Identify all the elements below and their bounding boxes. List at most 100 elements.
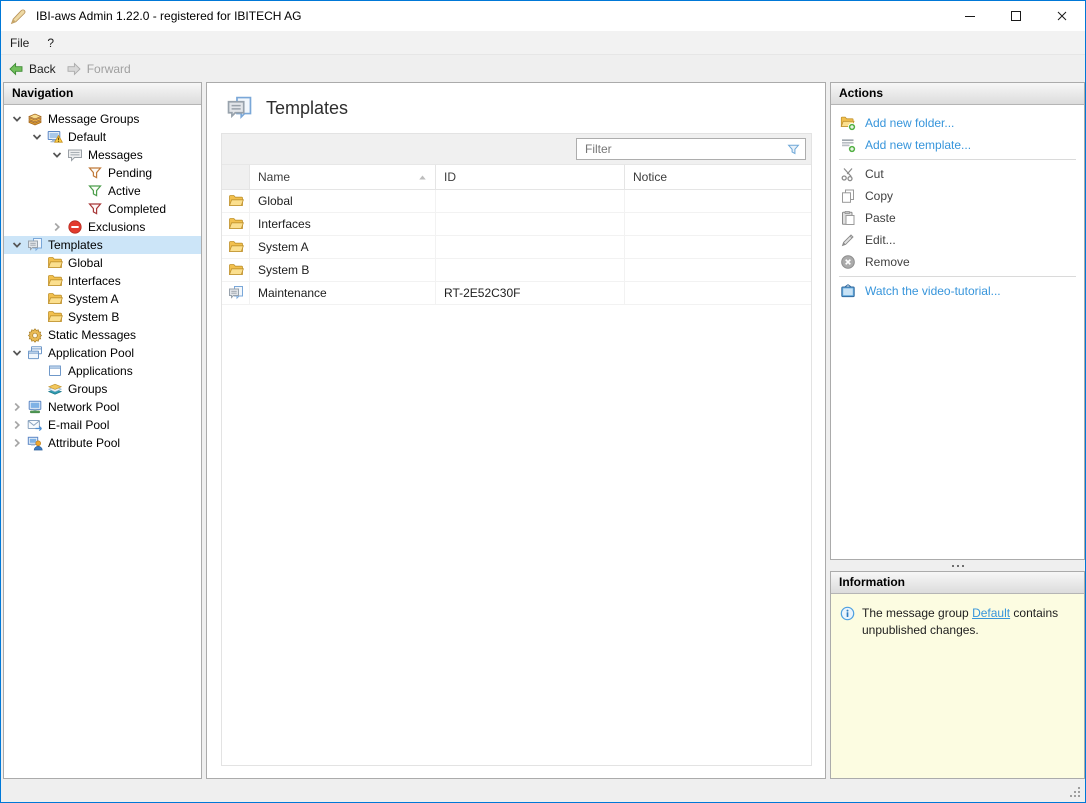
- table-row-maintenance[interactable]: Maintenance RT-2E52C30F: [222, 282, 811, 305]
- main-panel: Templates Name ID Notice Global: [206, 82, 826, 779]
- column-header-id[interactable]: ID: [436, 165, 625, 189]
- folder-icon: [46, 255, 64, 271]
- chevron-right-icon[interactable]: [8, 417, 26, 433]
- table-row-system-a[interactable]: System A: [222, 236, 811, 259]
- nav-item-default[interactable]: Default: [4, 128, 201, 146]
- chevron-down-icon[interactable]: [48, 147, 66, 163]
- nav-item-system-b[interactable]: System B: [4, 308, 201, 326]
- actions-list: Add new folder... Add new template... Cu…: [831, 105, 1084, 302]
- back-button[interactable]: Back: [8, 61, 56, 77]
- maximize-button[interactable]: [993, 1, 1039, 31]
- nav-item-interfaces[interactable]: Interfaces: [4, 272, 201, 290]
- cell-name: Maintenance: [250, 282, 436, 304]
- nav-item-email-pool[interactable]: E-mail Pool: [4, 416, 201, 434]
- table-header: Name ID Notice: [222, 165, 811, 190]
- table-row-interfaces[interactable]: Interfaces: [222, 213, 811, 236]
- folder-icon: [228, 193, 244, 209]
- filter-input[interactable]: [577, 142, 786, 156]
- cell-notice: [625, 236, 811, 258]
- nav-item-applications[interactable]: Applications: [4, 362, 201, 380]
- cell-notice: [625, 282, 811, 304]
- add-new-folder-action[interactable]: Add new folder...: [831, 112, 1084, 134]
- chevron-right-icon[interactable]: [48, 219, 66, 235]
- remove-action[interactable]: Remove: [831, 251, 1084, 273]
- nav-item-pending[interactable]: Pending: [4, 164, 201, 182]
- email-pool-icon: [26, 417, 44, 433]
- menu-help[interactable]: ?: [38, 32, 63, 54]
- menu-bar: File ?: [1, 31, 1085, 55]
- tv-icon: [840, 283, 856, 299]
- table-row-system-b[interactable]: System B: [222, 259, 811, 282]
- toolbar: Back Forward: [1, 55, 1085, 82]
- folder-icon: [46, 291, 64, 307]
- remove-icon: [840, 254, 856, 270]
- copy-action[interactable]: Copy: [831, 185, 1084, 207]
- nav-item-global[interactable]: Global: [4, 254, 201, 272]
- page-title: Templates: [226, 95, 348, 122]
- actions-separator: [839, 159, 1076, 160]
- chevron-right-icon[interactable]: [8, 399, 26, 415]
- resize-grip[interactable]: [1078, 795, 1080, 797]
- splitter-grip-dots: [957, 565, 959, 567]
- close-button[interactable]: [1039, 1, 1085, 31]
- column-header-icon[interactable]: [222, 165, 250, 189]
- table-row-global[interactable]: Global: [222, 190, 811, 213]
- forward-label: Forward: [87, 62, 131, 76]
- app-logo-icon[interactable]: [10, 8, 27, 25]
- filter-funnel-icon[interactable]: [786, 142, 801, 157]
- nav-item-groups[interactable]: Groups: [4, 380, 201, 398]
- nav-item-static-messages[interactable]: Static Messages: [4, 326, 201, 344]
- nav-item-message-groups[interactable]: Message Groups: [4, 110, 201, 128]
- nav-item-exclusions[interactable]: Exclusions: [4, 218, 201, 236]
- cell-id: RT-2E52C30F: [436, 282, 625, 304]
- nav-item-attribute-pool[interactable]: Attribute Pool: [4, 434, 201, 452]
- window-controls: [947, 1, 1085, 31]
- paste-action[interactable]: Paste: [831, 207, 1084, 229]
- column-header-name[interactable]: Name: [250, 165, 436, 189]
- watch-video-tutorial-action[interactable]: Watch the video-tutorial...: [831, 280, 1084, 302]
- nav-item-network-pool[interactable]: Network Pool: [4, 398, 201, 416]
- panel-splitter[interactable]: [830, 560, 1085, 571]
- attribute-pool-icon: [26, 435, 44, 451]
- add-folder-icon: [840, 115, 856, 131]
- folder-icon: [228, 216, 244, 232]
- status-bar: [1, 779, 1085, 802]
- nav-item-templates[interactable]: Templates: [4, 236, 201, 254]
- forward-button[interactable]: Forward: [66, 61, 131, 77]
- column-header-notice[interactable]: Notice: [625, 165, 811, 189]
- cell-id: [436, 213, 625, 235]
- edit-action[interactable]: Edit...: [831, 229, 1084, 251]
- information-header: Information: [831, 572, 1084, 594]
- pencil-icon: [840, 232, 856, 248]
- add-new-template-action[interactable]: Add new template...: [831, 134, 1084, 156]
- minimize-icon: [962, 8, 978, 24]
- pending-filter-icon: [86, 165, 104, 181]
- cell-id: [436, 190, 625, 212]
- nav-item-messages[interactable]: Messages: [4, 146, 201, 164]
- nav-item-completed[interactable]: Completed: [4, 200, 201, 218]
- folder-icon: [46, 309, 64, 325]
- clipboard-icon: [840, 210, 856, 226]
- minimize-button[interactable]: [947, 1, 993, 31]
- groups-icon: [46, 381, 64, 397]
- chevron-down-icon[interactable]: [8, 345, 26, 361]
- cell-notice: [625, 259, 811, 281]
- nav-item-active[interactable]: Active: [4, 182, 201, 200]
- nav-item-system-a[interactable]: System A: [4, 290, 201, 308]
- navigation-tree: Message Groups Default Messages Pending: [4, 105, 201, 452]
- applications-icon: [46, 363, 64, 379]
- default-message-group-link[interactable]: Default: [972, 606, 1010, 620]
- chevron-right-icon[interactable]: [8, 435, 26, 451]
- template-icon: [228, 285, 244, 301]
- cell-notice: [625, 190, 811, 212]
- chevron-down-icon[interactable]: [8, 237, 26, 253]
- cut-action[interactable]: Cut: [831, 163, 1084, 185]
- exclusions-icon: [66, 219, 84, 235]
- nav-item-application-pool[interactable]: Application Pool: [4, 344, 201, 362]
- templates-list-area: Name ID Notice Global Interfaces Sy: [221, 133, 812, 766]
- actions-header: Actions: [831, 83, 1084, 105]
- menu-file[interactable]: File: [1, 32, 38, 54]
- chevron-down-icon[interactable]: [8, 111, 26, 127]
- filter-field: [576, 138, 806, 160]
- chevron-down-icon[interactable]: [28, 129, 46, 145]
